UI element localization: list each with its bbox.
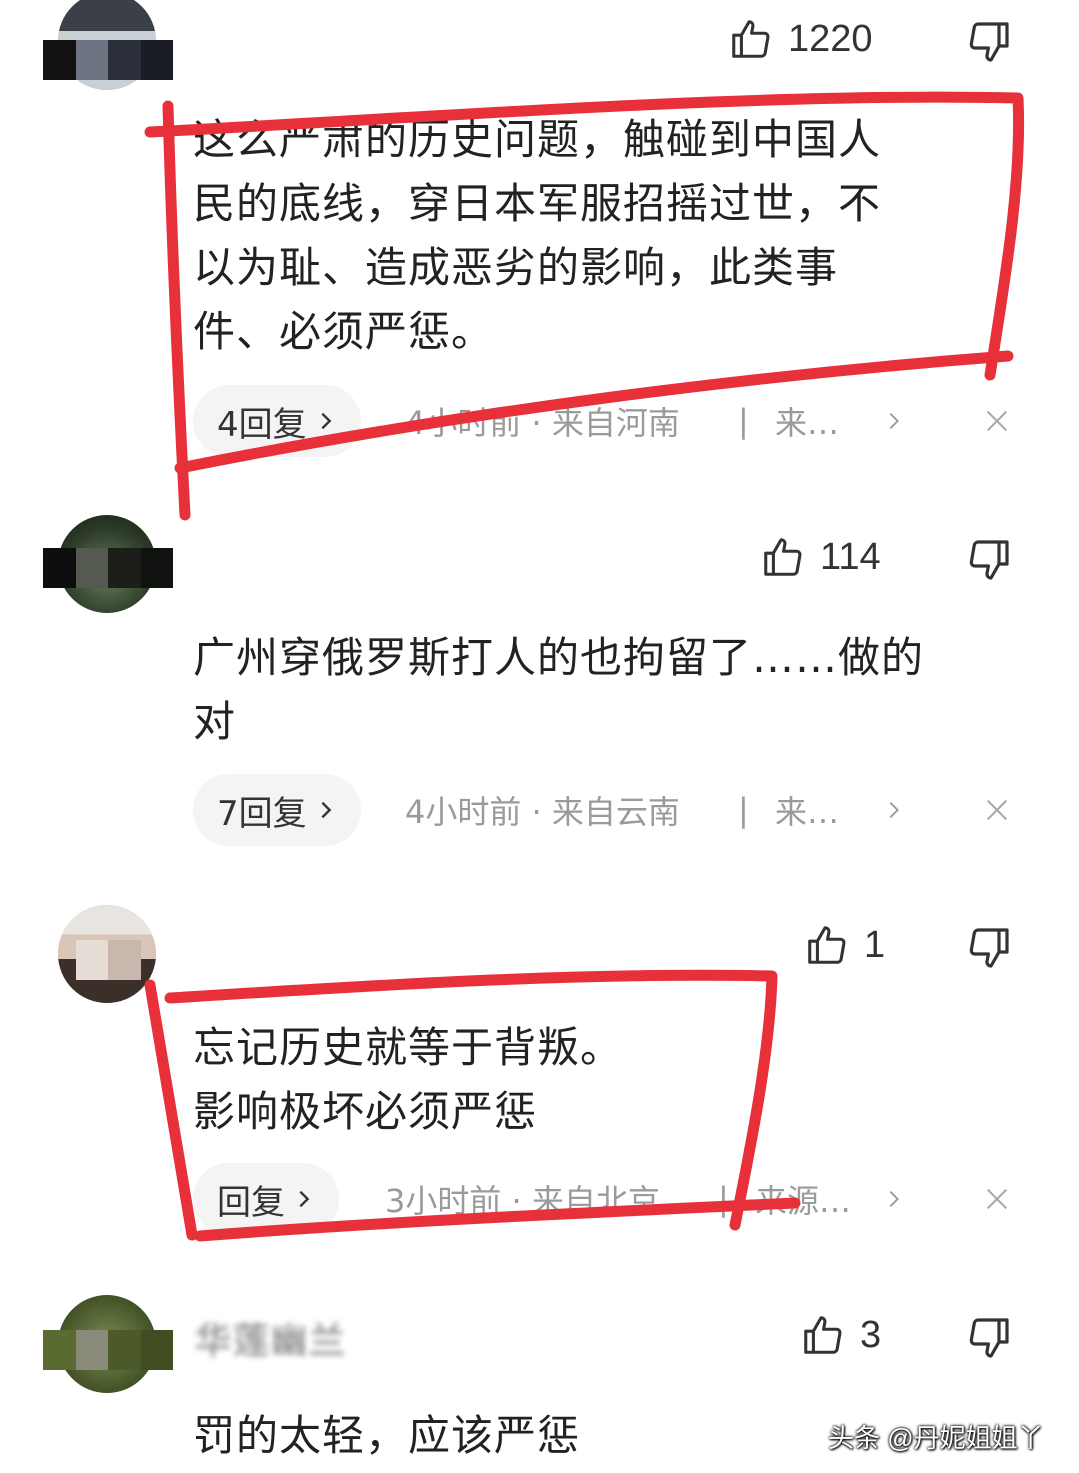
separator: | <box>738 402 749 440</box>
chevron-right-icon[interactable] <box>883 774 905 846</box>
avatar-mosaic <box>43 548 173 588</box>
chevron-right-icon <box>315 410 337 432</box>
like-count: 1 <box>864 923 886 966</box>
time-location: 4小时前 · 来自云南 <box>405 793 680 831</box>
text-line: 影响极坏必须严惩 <box>193 1087 538 1136</box>
thumbs-up-icon <box>728 16 774 62</box>
like-button[interactable]: 114 <box>760 534 881 580</box>
text-line: 以为耻、造成恶劣的影响，此类事 <box>193 243 839 292</box>
text-line: 民的底线，穿日本军服招摇过世，不 <box>193 179 882 228</box>
close-icon[interactable] <box>983 1163 1011 1235</box>
chevron-right-icon[interactable] <box>883 1163 905 1235</box>
reply-label: 4回复 <box>217 404 307 445</box>
comment-text: 忘记历史就等于背叛。 影响极坏必须严惩 <box>193 1016 1013 1144</box>
close-icon[interactable] <box>983 774 1011 846</box>
time-location: 3小时前 · 来自北京 <box>385 1182 660 1220</box>
like-button[interactable]: 1 <box>804 922 885 968</box>
thumbs-down-icon[interactable] <box>965 924 1013 972</box>
like-button[interactable]: 1220 <box>728 16 873 62</box>
source-text[interactable]: 来… <box>775 385 839 457</box>
thumbs-down-icon[interactable] <box>965 18 1013 66</box>
text-line: 这么严肃的历史问题，触碰到中国人 <box>193 115 882 164</box>
like-count: 3 <box>860 1313 882 1356</box>
comment-meta: 回复 3小时前 · 来自北京 | 来源… <box>193 1163 1023 1235</box>
reply-label: 回复 <box>217 1182 285 1223</box>
chevron-right-icon <box>315 799 337 821</box>
like-count: 1220 <box>788 17 873 60</box>
watermark: 头条 @丹妮姐姐丫 <box>828 1423 1044 1453</box>
comment-text: 这么严肃的历史问题，触碰到中国人 民的底线，穿日本军服招摇过世，不 以为耻、造成… <box>193 108 1013 364</box>
separator: | <box>738 791 749 829</box>
text-line: 对 <box>193 697 237 746</box>
text-line: 广州穿俄罗斯打人的也拘留了……做的 <box>193 633 925 682</box>
thumbs-up-icon <box>804 922 850 968</box>
username[interactable]: 华莲幽兰 <box>195 1312 347 1364</box>
thumbs-up-icon <box>800 1312 846 1358</box>
reply-button[interactable]: 7回复 <box>193 774 361 846</box>
thumbs-down-icon[interactable] <box>965 536 1013 584</box>
source-text[interactable]: 来源… <box>755 1163 851 1235</box>
thumbs-up-icon <box>760 534 806 580</box>
avatar-mosaic <box>43 940 173 980</box>
reply-button[interactable]: 4回复 <box>193 385 361 457</box>
reply-label: 7回复 <box>217 793 307 834</box>
like-count: 114 <box>820 535 881 578</box>
like-button[interactable]: 3 <box>800 1312 881 1358</box>
comment-text: 广州穿俄罗斯打人的也拘留了……做的 对 <box>193 626 1013 754</box>
chevron-right-icon <box>293 1188 315 1210</box>
thumbs-down-icon[interactable] <box>965 1314 1013 1362</box>
avatar-mosaic <box>43 1330 173 1370</box>
comment-meta: 4回复 4小时前 · 来自河南 | 来… <box>193 385 1023 457</box>
close-icon[interactable] <box>983 385 1011 457</box>
separator: | <box>718 1180 729 1218</box>
reply-button[interactable]: 回复 <box>193 1163 339 1235</box>
avatar-mosaic <box>43 40 173 80</box>
time-location: 4小时前 · 来自河南 <box>405 404 680 442</box>
comment-meta: 7回复 4小时前 · 来自云南 | 来… <box>193 774 1023 846</box>
text-line: 件、必须严惩。 <box>193 307 495 356</box>
text-line: 忘记历史就等于背叛。 <box>193 1023 624 1072</box>
chevron-right-icon[interactable] <box>883 385 905 457</box>
source-text[interactable]: 来… <box>775 774 839 846</box>
